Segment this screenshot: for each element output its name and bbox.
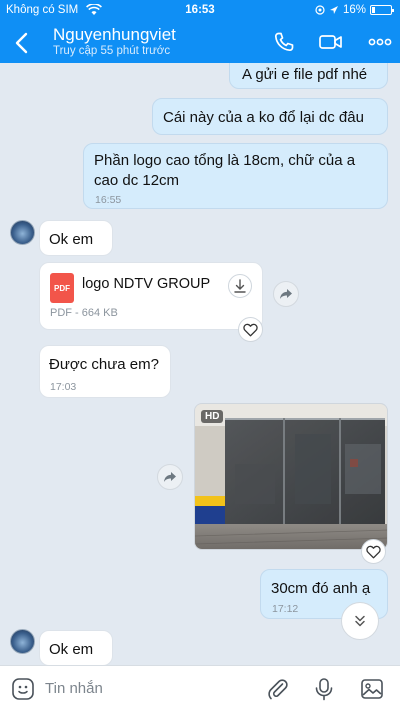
- share-icon: [280, 289, 292, 299]
- message-text: Cái này của a ko đổ lại dc đâu: [163, 109, 364, 126]
- video-call-icon[interactable]: [318, 30, 344, 54]
- message-time: 16:55: [95, 194, 122, 206]
- react-button[interactable]: [361, 539, 386, 564]
- hd-badge: HD: [201, 410, 224, 423]
- avatar[interactable]: [10, 220, 35, 245]
- status-bar: Không có SIM 16:53 16%: [0, 3, 400, 19]
- message-text-line-1: Phần logo cao tổng là 18cm, chữ của a: [94, 152, 356, 169]
- image-icon[interactable]: [360, 677, 384, 701]
- file-name[interactable]: logo NDTV GROUP: [82, 276, 210, 292]
- message-input[interactable]: Tin nhắn: [45, 680, 103, 697]
- message-text: Được chưa em?: [49, 356, 159, 373]
- chat-header: Không có SIM 16:53 16% Nguyenhungviet Tr…: [0, 0, 400, 63]
- share-button[interactable]: [157, 464, 183, 490]
- attachment-icon[interactable]: [266, 677, 290, 701]
- microphone-icon[interactable]: [313, 677, 335, 701]
- message-text: Ok em: [49, 641, 94, 658]
- message-time: 17:03: [50, 381, 77, 393]
- battery-percent: 16%: [342, 4, 366, 16]
- file-meta: PDF - 664 KB: [50, 307, 118, 319]
- share-button[interactable]: [273, 281, 299, 307]
- message-text: Ok em: [49, 231, 94, 248]
- message-incoming[interactable]: Được chưa em? 17:03: [39, 345, 171, 398]
- message-time: 17:12: [272, 603, 299, 615]
- share-icon: [164, 472, 176, 482]
- chevron-double-down-icon: [355, 615, 365, 627]
- message-list[interactable]: A gửi e file pdf nhé Cái này của a ko đổ…: [0, 63, 400, 665]
- back-icon[interactable]: [11, 30, 33, 56]
- message-outgoing[interactable]: Phần logo cao tổng là 18cm, chữ của a ca…: [83, 143, 388, 209]
- message-text-line-2: cao dc 12cm: [94, 172, 180, 189]
- message-outgoing[interactable]: A gửi e file pdf nhé: [229, 63, 388, 89]
- location-icon: [315, 5, 325, 15]
- message-incoming[interactable]: Ok em: [39, 630, 113, 665]
- message-text: 30cm đó anh ạ: [271, 580, 371, 597]
- react-button[interactable]: [238, 317, 263, 342]
- heart-icon: [366, 545, 381, 558]
- last-seen: Truy cập 55 phút trước: [53, 45, 171, 57]
- battery-fill: [372, 7, 375, 13]
- message-text: A gửi e file pdf nhé: [242, 66, 368, 83]
- office-photo: [195, 404, 387, 549]
- scroll-to-bottom-button[interactable]: [341, 602, 379, 640]
- contact-name[interactable]: Nguyenhungviet: [53, 25, 176, 45]
- message-outgoing[interactable]: Cái này của a ko đổ lại dc đâu: [152, 98, 388, 135]
- pdf-icon-label: PDF: [54, 283, 70, 293]
- file-message[interactable]: PDF logo NDTV GROUP PDF - 664 KB: [39, 262, 263, 330]
- phone-icon[interactable]: [272, 30, 296, 54]
- sticker-icon[interactable]: [11, 677, 35, 701]
- pdf-file-icon: PDF: [50, 273, 74, 303]
- heart-icon: [243, 323, 258, 336]
- status-right: 16%: [315, 4, 394, 16]
- more-icon[interactable]: [368, 30, 392, 54]
- composer-bar: Tin nhắn: [0, 665, 400, 711]
- photo-message[interactable]: HD: [194, 403, 388, 550]
- navigation-icon: [329, 6, 338, 14]
- download-icon[interactable]: [228, 274, 252, 298]
- message-incoming[interactable]: Ok em: [39, 220, 113, 256]
- avatar[interactable]: [10, 629, 35, 654]
- battery-icon: [370, 5, 394, 15]
